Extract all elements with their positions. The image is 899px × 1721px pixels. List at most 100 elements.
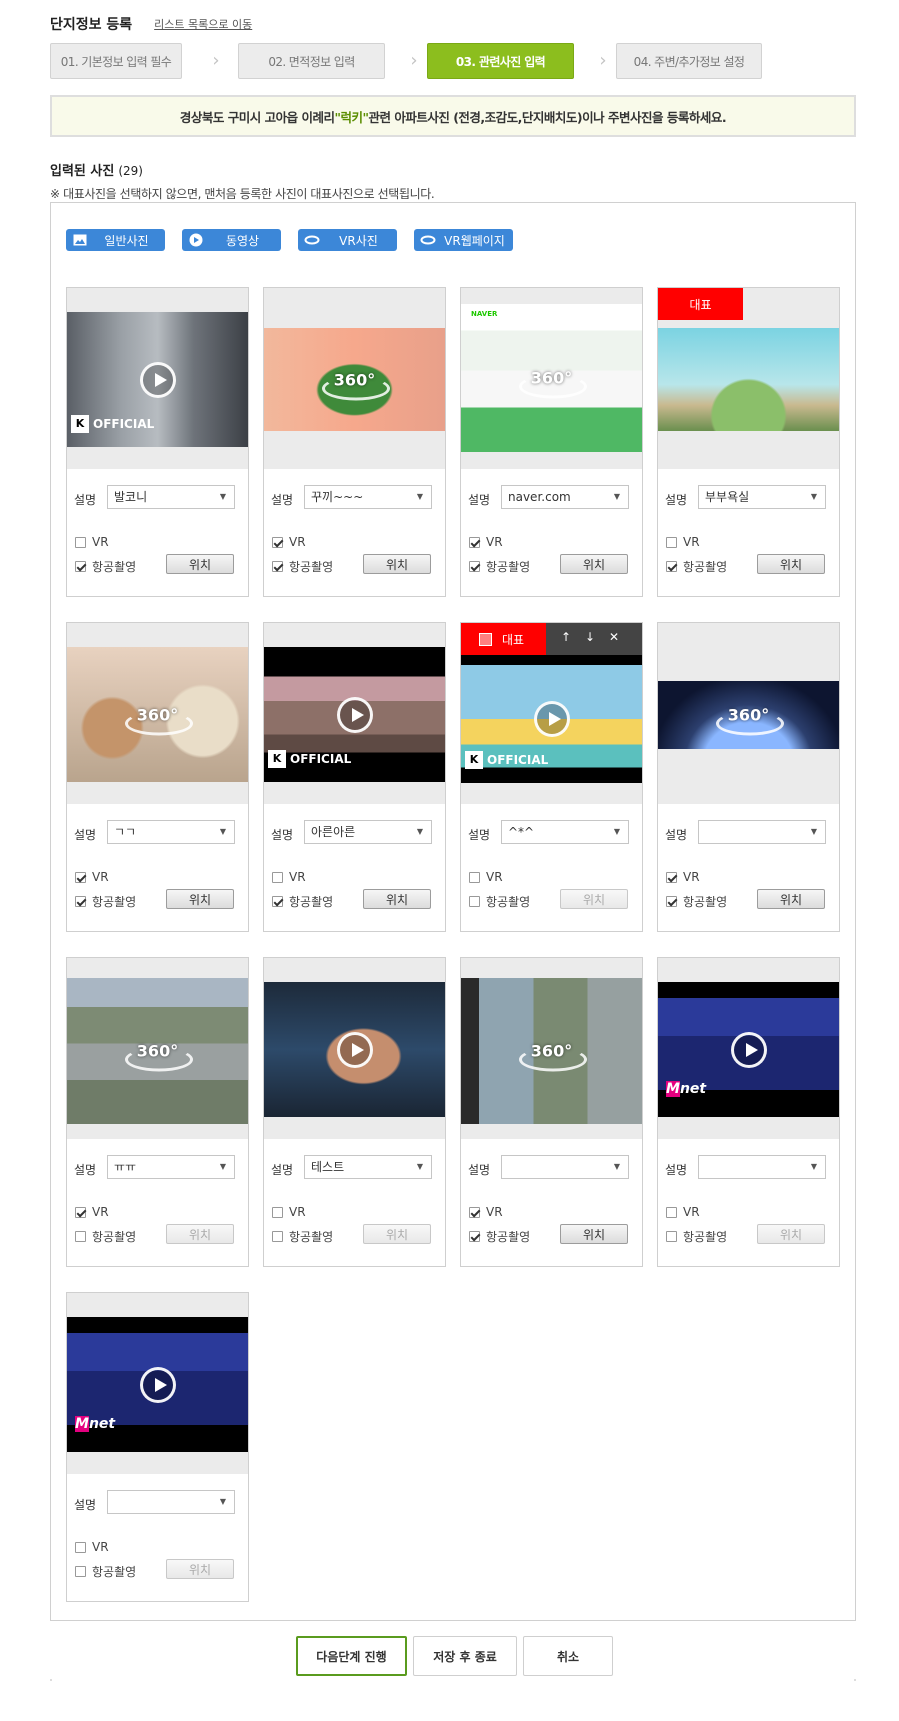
aerial-checkbox[interactable] xyxy=(469,561,480,572)
aerial-checkbox-row[interactable]: 항공촬영 xyxy=(272,558,333,575)
position-button[interactable]: 위치 xyxy=(166,554,234,574)
vr-checkbox[interactable] xyxy=(75,1206,86,1218)
move-up-icon[interactable]: ↑ xyxy=(557,630,575,644)
aerial-checkbox-row[interactable]: 항공촬영 xyxy=(666,1228,727,1245)
photo-thumbnail[interactable]: 360° xyxy=(264,328,445,431)
aerial-checkbox-row[interactable]: 항공촬영 xyxy=(666,893,727,910)
cancel-button[interactable]: 취소 xyxy=(523,1636,613,1676)
aerial-checkbox-row[interactable]: 항공촬영 xyxy=(666,558,727,575)
position-button[interactable]: 위치 xyxy=(363,1224,431,1244)
position-button[interactable]: 위치 xyxy=(560,554,628,574)
vr-checkbox[interactable] xyxy=(666,871,677,883)
photo-thumbnail[interactable]: K OFFICIAL xyxy=(67,312,248,447)
desc-select[interactable]: ▼ xyxy=(698,820,826,844)
position-button[interactable]: 위치 xyxy=(757,554,825,574)
representative-badge[interactable]: 대표 xyxy=(658,288,743,320)
aerial-checkbox[interactable] xyxy=(272,561,283,572)
step-3[interactable]: 03. 관련사진 입력 xyxy=(427,43,574,79)
vr-360-icon[interactable]: 360° xyxy=(320,370,390,400)
move-down-icon[interactable]: ↓ xyxy=(581,630,599,644)
aerial-checkbox[interactable] xyxy=(272,1231,283,1242)
vr-checkbox[interactable] xyxy=(75,1541,86,1553)
vr-checkbox-row[interactable]: VR xyxy=(75,1540,109,1554)
vr-360-icon[interactable]: 360° xyxy=(123,1042,193,1072)
vr-checkbox-row[interactable]: VR xyxy=(469,870,503,884)
vr-360-icon[interactable]: 360° xyxy=(123,705,193,735)
desc-select[interactable]: ㅠㅠ ▼ xyxy=(107,1155,235,1179)
vr-checkbox[interactable] xyxy=(75,536,86,548)
aerial-checkbox-row[interactable]: 항공촬영 xyxy=(75,1228,136,1245)
desc-select[interactable]: 테스트 ▼ xyxy=(304,1155,432,1179)
vr-checkbox-row[interactable]: VR xyxy=(666,870,700,884)
vr-checkbox[interactable] xyxy=(666,536,677,548)
position-button[interactable]: 위치 xyxy=(363,554,431,574)
vr-checkbox[interactable] xyxy=(469,1206,480,1218)
play-icon[interactable] xyxy=(730,1031,767,1068)
position-button[interactable]: 위치 xyxy=(560,889,628,909)
list-link[interactable]: 리스트 목록으로 이동 xyxy=(154,16,252,32)
delete-icon[interactable]: ✕ xyxy=(605,630,623,644)
photo-thumbnail[interactable]: 360° xyxy=(461,978,642,1124)
play-icon[interactable] xyxy=(533,701,570,737)
representative-badge[interactable]: 대표 xyxy=(461,623,546,655)
aerial-checkbox[interactable] xyxy=(75,896,86,907)
vr-checkbox-row[interactable]: VR xyxy=(75,870,109,884)
aerial-checkbox[interactable] xyxy=(666,896,677,907)
vr-checkbox[interactable] xyxy=(272,871,283,883)
photo-thumbnail[interactable] xyxy=(264,982,445,1117)
vr-checkbox-row[interactable]: VR xyxy=(666,535,700,549)
position-button[interactable]: 위치 xyxy=(560,1224,628,1244)
position-button[interactable]: 위치 xyxy=(166,1559,234,1579)
desc-select[interactable]: 발코니 ▼ xyxy=(107,485,235,509)
vr-checkbox[interactable] xyxy=(469,871,480,883)
play-icon[interactable] xyxy=(139,1366,176,1403)
desc-select[interactable]: 부부욕실 ▼ xyxy=(698,485,826,509)
photo-thumbnail[interactable]: Mnet xyxy=(658,982,839,1117)
next-step-button[interactable]: 다음단계 진행 xyxy=(296,1636,407,1676)
desc-select[interactable]: ㄱㄱ ▼ xyxy=(107,820,235,844)
position-button[interactable]: 위치 xyxy=(363,889,431,909)
vr-checkbox-row[interactable]: VR xyxy=(469,1205,503,1219)
aerial-checkbox[interactable] xyxy=(272,896,283,907)
aerial-checkbox-row[interactable]: 항공촬영 xyxy=(75,558,136,575)
vr-checkbox-row[interactable]: VR xyxy=(272,1205,306,1219)
aerial-checkbox-row[interactable]: 항공촬영 xyxy=(75,893,136,910)
vr-checkbox[interactable] xyxy=(469,536,480,548)
vr-checkbox-row[interactable]: VR xyxy=(272,535,306,549)
vr-360-icon[interactable]: 360° xyxy=(517,369,587,399)
photo-thumbnail[interactable]: 360° xyxy=(658,681,839,749)
vr-checkbox-row[interactable]: VR xyxy=(75,1205,109,1219)
photo-thumbnail[interactable]: 360° xyxy=(67,647,248,782)
add-vr-button[interactable]: VR사진 xyxy=(298,229,397,251)
aerial-checkbox[interactable] xyxy=(75,1566,86,1577)
aerial-checkbox[interactable] xyxy=(666,561,677,572)
position-button[interactable]: 위치 xyxy=(166,889,234,909)
photo-thumbnail[interactable]: Mnet xyxy=(67,1317,248,1452)
aerial-checkbox-row[interactable]: 항공촬영 xyxy=(75,1563,136,1580)
aerial-checkbox-row[interactable]: 항공촬영 xyxy=(469,1228,530,1245)
photo-thumbnail[interactable]: 360° xyxy=(67,978,248,1124)
photo-thumbnail[interactable]: 360° NAVER xyxy=(461,304,642,452)
aerial-checkbox-row[interactable]: 항공촬영 xyxy=(469,893,530,910)
save-exit-button[interactable]: 저장 후 종료 xyxy=(413,1636,517,1676)
aerial-checkbox[interactable] xyxy=(75,1231,86,1242)
desc-select[interactable]: ^*^ ▼ xyxy=(501,820,629,844)
aerial-checkbox-row[interactable]: 항공촬영 xyxy=(469,558,530,575)
aerial-checkbox[interactable] xyxy=(469,896,480,907)
aerial-checkbox[interactable] xyxy=(75,561,86,572)
aerial-checkbox-row[interactable]: 항공촬영 xyxy=(272,1228,333,1245)
desc-select[interactable]: naver.com ▼ xyxy=(501,485,629,509)
desc-select[interactable]: ▼ xyxy=(698,1155,826,1179)
play-icon[interactable] xyxy=(139,361,176,398)
desc-select[interactable]: ▼ xyxy=(501,1155,629,1179)
aerial-checkbox[interactable] xyxy=(666,1231,677,1242)
vr-checkbox[interactable] xyxy=(272,1206,283,1218)
add-video-button[interactable]: 동영상 xyxy=(182,229,281,251)
vr-checkbox[interactable] xyxy=(666,1206,677,1218)
add-photo-button[interactable]: 일반사진 xyxy=(66,229,165,251)
aerial-checkbox[interactable] xyxy=(469,1231,480,1242)
vr-checkbox-row[interactable]: VR xyxy=(75,535,109,549)
step-2[interactable]: 02. 면적정보 입력 xyxy=(238,43,385,79)
vr-checkbox[interactable] xyxy=(272,536,283,548)
position-button[interactable]: 위치 xyxy=(757,1224,825,1244)
